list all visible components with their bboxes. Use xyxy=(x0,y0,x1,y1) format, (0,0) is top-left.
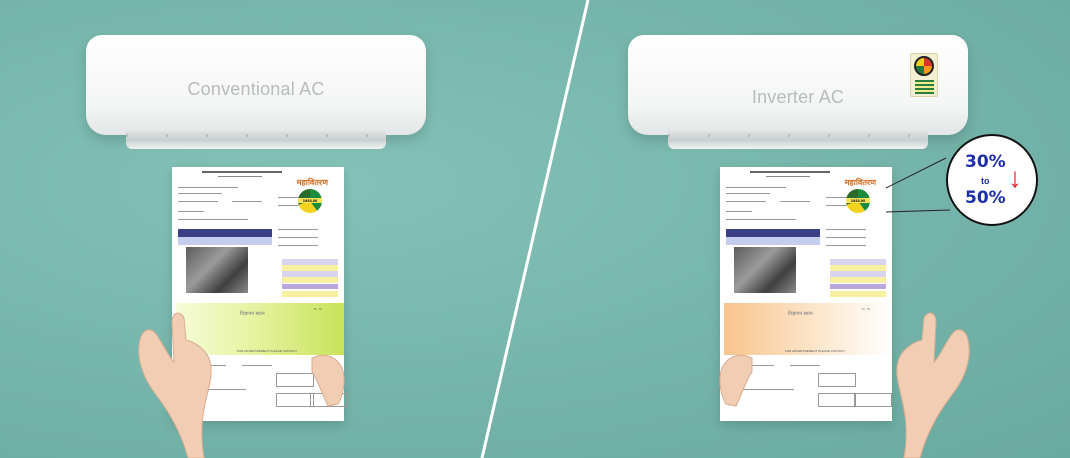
hand-icon xyxy=(896,312,970,458)
hand-icon xyxy=(311,354,345,407)
banner-title: विज्ञापन स्थान xyxy=(788,311,813,317)
conventional-ac-unit: Conventional AC xyxy=(86,35,426,149)
bill-brand: महावितरण xyxy=(296,178,328,187)
savings-max: 50% xyxy=(965,188,1006,208)
inverter-ac-unit: Inverter AC xyxy=(628,35,968,149)
ad-contact-line: FOR ADVERTISEMENT PLEASE CONTACT xyxy=(784,349,845,353)
bill-brand: महावितरण xyxy=(844,178,876,187)
rating-label: 1933.00 xyxy=(846,198,870,203)
hand-icon xyxy=(138,312,212,458)
meter-photo xyxy=(186,247,248,293)
down-arrow-icon: ↓ xyxy=(1008,162,1022,193)
meter-photo xyxy=(734,247,796,293)
energy-star-sticker-icon xyxy=(910,53,938,97)
banner-title: विज्ञापन स्थान xyxy=(240,311,265,317)
savings-min: 30% xyxy=(965,152,1006,172)
savings-callout: 30% to 50% ↓ xyxy=(946,134,1038,226)
ac-vent xyxy=(668,131,928,149)
conventional-ac-label: Conventional AC xyxy=(187,79,325,99)
signature-mark: ~ ~ xyxy=(313,307,322,313)
rating-label: 1933.00 xyxy=(298,198,322,203)
hand-icon xyxy=(719,354,753,407)
savings-to: to xyxy=(981,176,990,186)
ac-vent xyxy=(126,131,386,149)
signature-mark: ~ ~ xyxy=(861,307,870,313)
